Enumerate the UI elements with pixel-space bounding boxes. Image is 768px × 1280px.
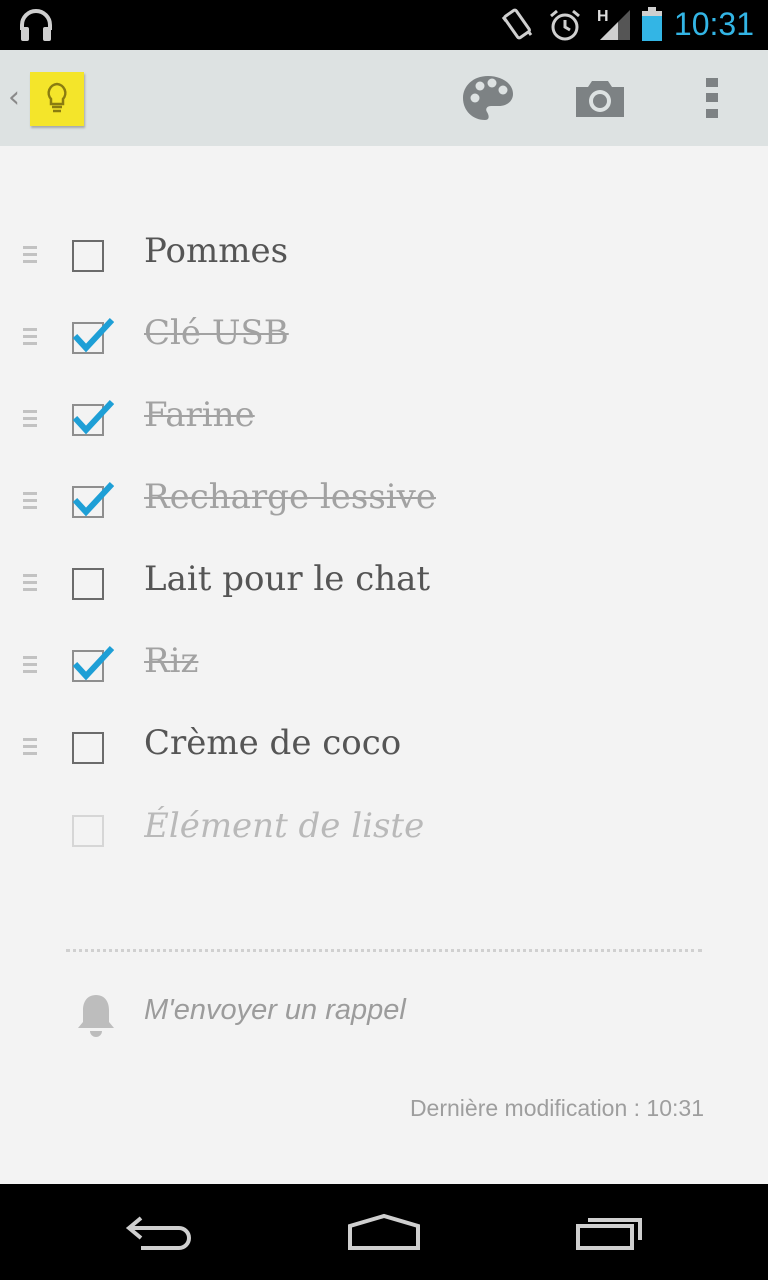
- item-checkbox[interactable]: [72, 645, 114, 682]
- camera-button[interactable]: [560, 50, 640, 146]
- item-checkbox[interactable]: [72, 399, 114, 436]
- reminder-label: M'envoyer un rappel: [144, 994, 406, 1026]
- drag-handle-icon[interactable]: [23, 246, 37, 266]
- palette-icon: [463, 76, 513, 120]
- list-item: Lait pour le chat: [0, 543, 768, 625]
- last-modified-text: Dernière modification : 10:31: [409, 1095, 704, 1121]
- new-item-input[interactable]: [144, 806, 704, 846]
- back-button[interactable]: [85, 1184, 235, 1280]
- drag-handle-icon[interactable]: [23, 410, 37, 430]
- item-checkbox[interactable]: [72, 568, 104, 600]
- drag-handle-icon[interactable]: [23, 574, 37, 594]
- overflow-menu-button[interactable]: [672, 50, 752, 146]
- status-bar: H 10:31: [0, 0, 768, 50]
- recent-apps-button[interactable]: [535, 1184, 685, 1280]
- navigation-bar: [0, 1184, 768, 1280]
- drag-handle-icon[interactable]: [23, 328, 37, 348]
- add-item-row: [0, 790, 768, 872]
- item-label[interactable]: Crème de coco: [144, 723, 401, 763]
- item-label[interactable]: Pommes: [144, 231, 288, 271]
- checkmark-icon: [72, 645, 114, 681]
- camera-icon: [576, 81, 624, 117]
- drag-handle-icon[interactable]: [23, 492, 37, 512]
- item-label[interactable]: Farine: [144, 395, 255, 435]
- alarm-icon: [548, 8, 582, 47]
- divider: [66, 949, 702, 952]
- battery-icon: [640, 6, 664, 47]
- signal-icon: [598, 8, 632, 47]
- item-label[interactable]: Lait pour le chat: [144, 559, 430, 599]
- checkmark-icon: [72, 481, 114, 517]
- new-item-checkbox: [72, 815, 104, 847]
- up-navigation-button[interactable]: ‹: [0, 50, 100, 146]
- list-item: Recharge lessive: [0, 461, 768, 543]
- recent-apps-icon: [576, 1218, 642, 1250]
- item-checkbox[interactable]: [72, 732, 104, 764]
- item-checkbox[interactable]: [72, 481, 114, 518]
- drag-handle-icon[interactable]: [23, 738, 37, 758]
- list-item: Riz: [0, 625, 768, 707]
- list-item: Pommes: [0, 215, 768, 297]
- item-checkbox[interactable]: [72, 317, 114, 354]
- reminder-button[interactable]: M'envoyer un rappel: [66, 980, 706, 1046]
- action-bar: ‹: [0, 50, 768, 146]
- drag-handle-icon[interactable]: [23, 656, 37, 676]
- checkmark-icon: [72, 399, 114, 435]
- item-label[interactable]: Recharge lessive: [144, 477, 436, 517]
- palette-button[interactable]: [448, 50, 528, 146]
- home-icon: [348, 1213, 420, 1250]
- list-item: Farine: [0, 379, 768, 461]
- keep-lightbulb-icon: [30, 72, 84, 126]
- overflow-menu-icon: [706, 78, 718, 118]
- status-clock: 10:31: [673, 6, 754, 42]
- list-item: Clé USB: [0, 297, 768, 379]
- chevron-left-icon: ‹: [8, 80, 20, 115]
- checkmark-icon: [72, 317, 114, 353]
- item-label[interactable]: Riz: [144, 641, 198, 681]
- vibrate-icon: [500, 7, 534, 48]
- home-button[interactable]: [309, 1184, 459, 1280]
- item-checkbox[interactable]: [72, 240, 104, 272]
- list-item: Crème de coco: [0, 707, 768, 789]
- item-label[interactable]: Clé USB: [144, 313, 289, 353]
- back-icon: [125, 1216, 191, 1250]
- bell-icon: [78, 995, 114, 1037]
- headphones-icon: [18, 8, 54, 47]
